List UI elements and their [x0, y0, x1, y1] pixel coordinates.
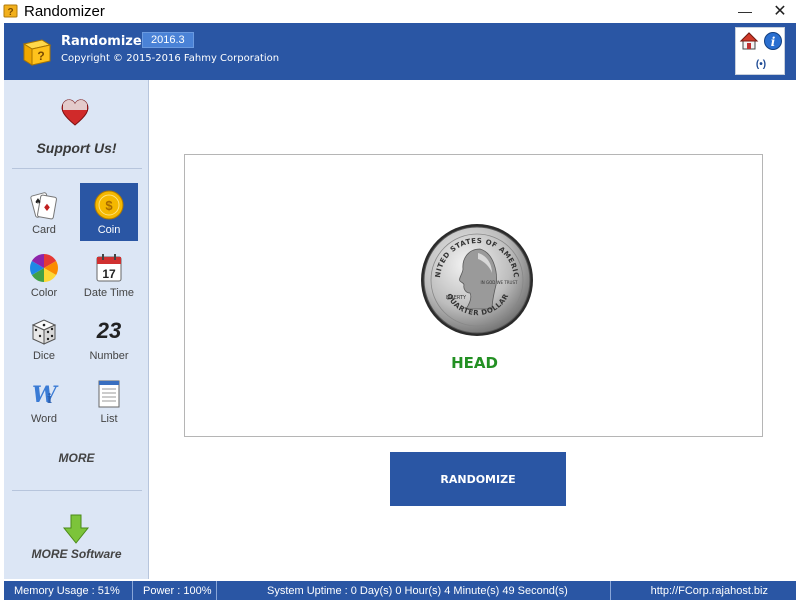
more-software-label: MORE Software [31, 547, 122, 561]
list-label: List [100, 413, 118, 425]
color-wheel-icon [29, 253, 59, 283]
sidebar-item-list[interactable]: List [80, 372, 138, 430]
svg-text:♠: ♠ [34, 197, 41, 206]
card-label: Card [32, 224, 56, 236]
sidebar-divider [12, 490, 142, 491]
home-icon[interactable] [739, 31, 759, 51]
dice-label: Dice [32, 350, 55, 362]
power-status: Power : 100% [133, 581, 217, 600]
sidebar-item-word[interactable]: W i Word [15, 372, 73, 430]
app-header: ? Randomizer 2016.3 Copyright © 2015-201… [4, 23, 796, 80]
info-icon[interactable]: i [763, 31, 783, 51]
status-bar: Memory Usage : 51% Power : 100% System U… [4, 581, 796, 600]
radio-icon[interactable]: (•) [746, 55, 776, 73]
main-content: UNITED STATES OF AMERICA QUARTER DOLLAR … [150, 80, 796, 579]
coin-motto-text: IN GOD WE TRUST [481, 280, 518, 285]
sidebar-item-dice[interactable]: Dice [15, 309, 73, 367]
date-time-label: Date Time [83, 287, 135, 299]
svg-text:?: ? [37, 49, 44, 63]
system-uptime-status: System Uptime : 0 Day(s) 0 Hour(s) 4 Min… [217, 581, 611, 600]
coin-liberty-text: LIBERTY [446, 295, 467, 301]
calendar-day-number: 17 [102, 267, 116, 281]
support-us-button[interactable]: Support Us! [4, 90, 149, 160]
number-icon: 23 [96, 318, 122, 343]
down-arrow-icon [62, 513, 90, 545]
svg-text:i: i [47, 392, 52, 407]
website-link[interactable]: http://FCorp.rajahost.biz [611, 581, 796, 600]
more-software-button[interactable]: MORE Software [4, 510, 149, 570]
minimize-button[interactable]: — [730, 0, 760, 22]
randomize-button[interactable]: RANDOMIZE [390, 452, 566, 506]
svg-text:W: W [32, 382, 59, 408]
list-icon [94, 379, 124, 409]
window-titlebar: ? Randomizer — ✕ [0, 0, 800, 22]
sidebar-divider [12, 168, 142, 169]
sidebar-item-coin[interactable]: $ Coin [80, 183, 138, 241]
coin-icon: $ [94, 190, 124, 220]
app-icon: ? [3, 3, 19, 19]
calendar-icon: 17 [94, 253, 124, 283]
dice-icon [29, 316, 59, 346]
header-icon-box: i (•) [735, 27, 785, 75]
heart-icon [60, 98, 90, 126]
question-box-logo-icon: ? [20, 36, 52, 66]
sidebar-item-number[interactable]: 23 Number [80, 309, 138, 367]
svg-text:♦: ♦ [43, 203, 52, 214]
support-us-label: Support Us! [36, 140, 117, 156]
sidebar-item-color[interactable]: Color [15, 246, 73, 304]
result-panel: UNITED STATES OF AMERICA QUARTER DOLLAR … [184, 154, 763, 437]
svg-text:i: i [771, 35, 776, 49]
coin-label: Coin [97, 224, 121, 236]
coin-result-text: HEAD [451, 354, 498, 372]
version-badge: 2016.3 [142, 32, 194, 48]
window-title: Randomizer [24, 2, 105, 20]
svg-text:?: ? [7, 7, 13, 18]
sidebar: Support Us! ♦ ♠ Card $ Coin Color 17 Dat… [4, 80, 149, 579]
copyright-text: Copyright © 2015-2016 Fahmy Corporation [61, 53, 280, 64]
memory-usage-status: Memory Usage : 51% [4, 581, 133, 600]
color-label: Color [30, 287, 58, 299]
playing-cards-icon: ♦ ♠ [29, 190, 59, 220]
close-button[interactable]: ✕ [765, 0, 795, 22]
word-icon: W i [29, 379, 59, 409]
more-button[interactable]: MORE [4, 451, 149, 465]
sidebar-item-card[interactable]: ♦ ♠ Card [15, 183, 73, 241]
word-label: Word [30, 413, 58, 425]
number-label: Number [89, 350, 129, 362]
quarter-coin-icon: UNITED STATES OF AMERICA QUARTER DOLLAR … [417, 217, 535, 338]
svg-text:$: $ [105, 198, 113, 213]
sidebar-item-date-time[interactable]: 17 Date Time [80, 246, 138, 304]
app-name: Randomizer [61, 34, 149, 49]
